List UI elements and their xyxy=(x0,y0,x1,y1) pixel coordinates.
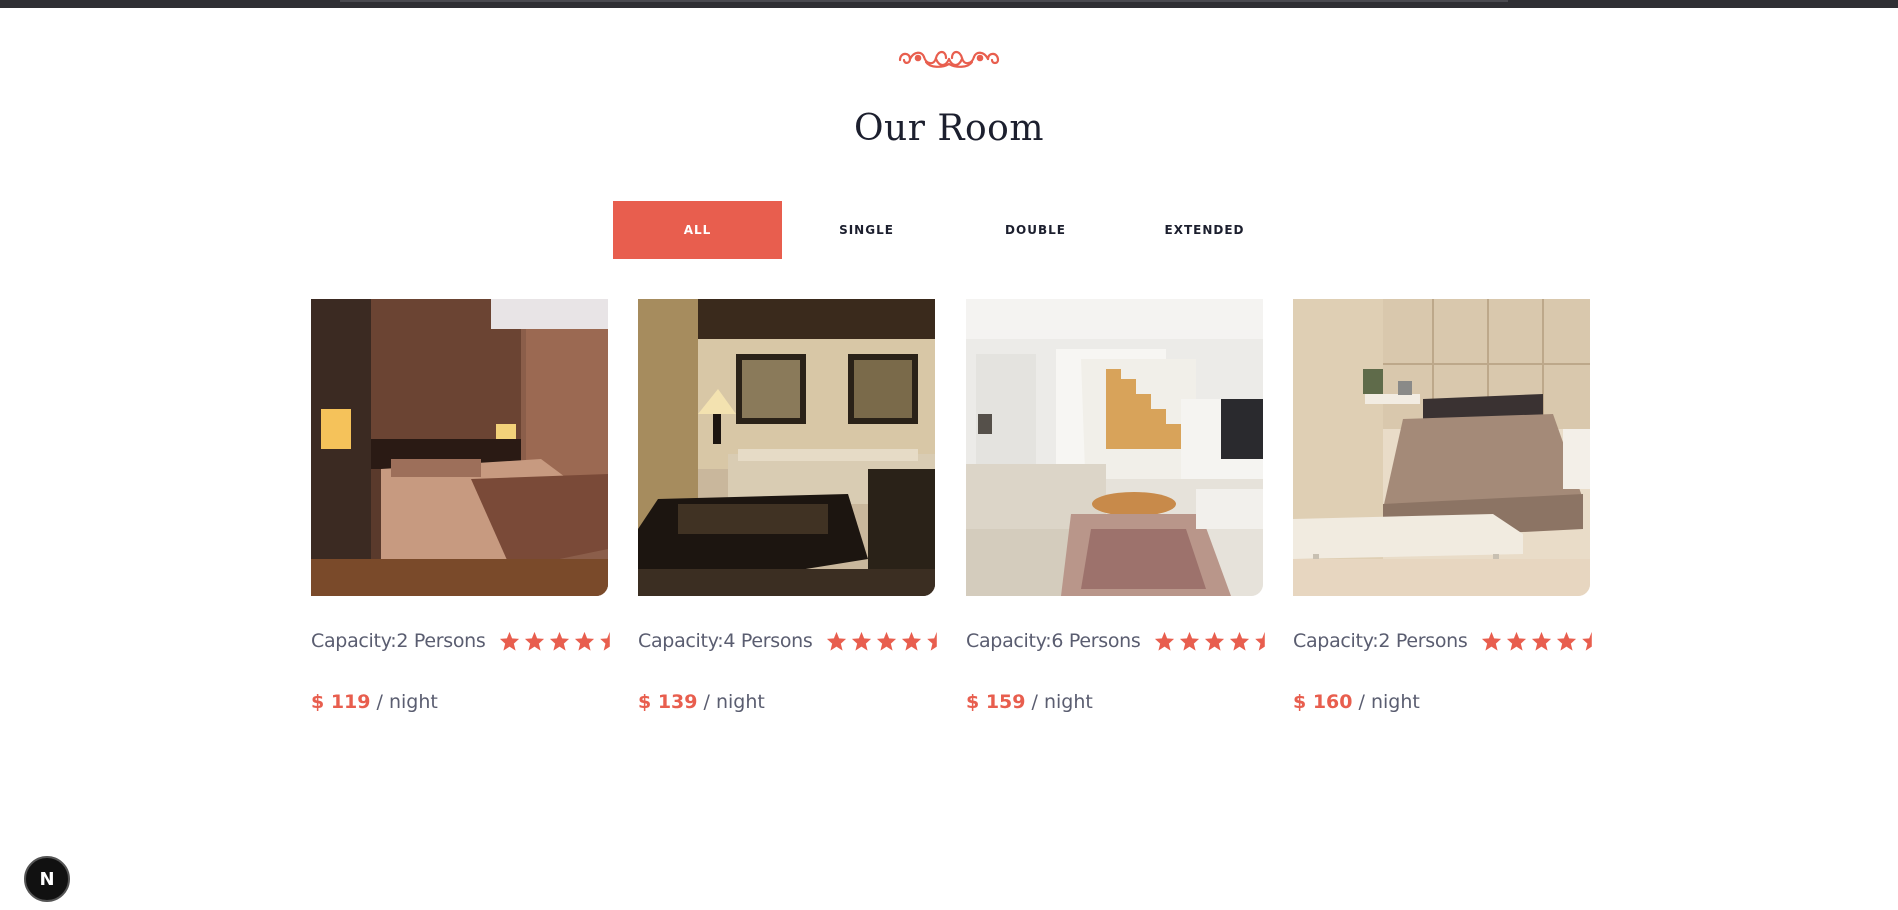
filter-tab-double[interactable]: DOUBLE xyxy=(951,201,1120,259)
star-icon xyxy=(1154,631,1175,651)
filter-tab-all[interactable]: ALL xyxy=(613,201,782,259)
room-meta: Capacity:4 Persons xyxy=(638,630,958,652)
room-photo[interactable] xyxy=(1293,299,1590,596)
room-photo[interactable] xyxy=(311,299,608,596)
section-ornament-icon xyxy=(896,42,1002,76)
rating-stars xyxy=(1481,631,1593,651)
price-amount: $ 139 xyxy=(638,691,698,713)
price-unit: / night xyxy=(703,691,765,713)
browser-top-bar xyxy=(0,0,1898,8)
half-star-icon xyxy=(926,631,938,651)
filter-tab-single[interactable]: SINGLE xyxy=(782,201,951,259)
star-icon xyxy=(1506,631,1527,651)
room-photo[interactable] xyxy=(638,299,935,596)
star-icon xyxy=(1531,631,1552,651)
room-price: $ 159 / night xyxy=(966,691,1093,713)
star-icon xyxy=(524,631,545,651)
star-icon xyxy=(1556,631,1577,651)
room-meta: Capacity:6 Persons xyxy=(966,630,1286,652)
room-capacity: Capacity:2 Persons xyxy=(1293,630,1468,652)
rating-stars xyxy=(1154,631,1266,651)
room-price: $ 119 / night xyxy=(311,691,438,713)
room-capacity: Capacity:6 Persons xyxy=(966,630,1141,652)
price-unit: / night xyxy=(1031,691,1093,713)
room-card[interactable]: Capacity:6 Persons $ 159 / night xyxy=(966,299,1265,713)
star-icon xyxy=(1204,631,1225,651)
half-star-icon xyxy=(599,631,611,651)
room-photo[interactable] xyxy=(966,299,1263,596)
star-icon xyxy=(499,631,520,651)
rating-stars xyxy=(499,631,611,651)
room-filter-tabs: ALL SINGLE DOUBLE EXTENDED xyxy=(613,201,1289,259)
room-card[interactable]: Capacity:2 Persons $ 160 / night xyxy=(1293,299,1592,713)
star-icon xyxy=(1229,631,1250,651)
star-icon xyxy=(901,631,922,651)
room-price: $ 139 / night xyxy=(638,691,765,713)
room-capacity: Capacity:4 Persons xyxy=(638,630,813,652)
price-unit: / night xyxy=(1358,691,1420,713)
star-icon xyxy=(1179,631,1200,651)
filter-tab-extended[interactable]: EXTENDED xyxy=(1120,201,1289,259)
section-title: Our Room xyxy=(854,108,1044,149)
room-price: $ 160 / night xyxy=(1293,691,1420,713)
nextjs-dev-badge[interactable]: N xyxy=(24,856,70,902)
star-icon xyxy=(574,631,595,651)
room-card[interactable]: Capacity:4 Persons $ 139 / night xyxy=(638,299,937,713)
room-meta: Capacity:2 Persons xyxy=(1293,630,1613,652)
price-amount: $ 159 xyxy=(966,691,1026,713)
half-star-icon xyxy=(1254,631,1266,651)
star-icon xyxy=(549,631,570,651)
room-card[interactable]: Capacity:2 Persons $ 119 / night xyxy=(311,299,610,713)
star-icon xyxy=(826,631,847,651)
star-icon xyxy=(851,631,872,651)
star-icon xyxy=(876,631,897,651)
star-icon xyxy=(1481,631,1502,651)
price-amount: $ 119 xyxy=(311,691,371,713)
room-meta: Capacity:2 Persons xyxy=(311,630,631,652)
rating-stars xyxy=(826,631,938,651)
top-bar-accent xyxy=(340,0,1508,2)
half-star-icon xyxy=(1581,631,1593,651)
price-amount: $ 160 xyxy=(1293,691,1353,713)
room-capacity: Capacity:2 Persons xyxy=(311,630,486,652)
price-unit: / night xyxy=(376,691,438,713)
